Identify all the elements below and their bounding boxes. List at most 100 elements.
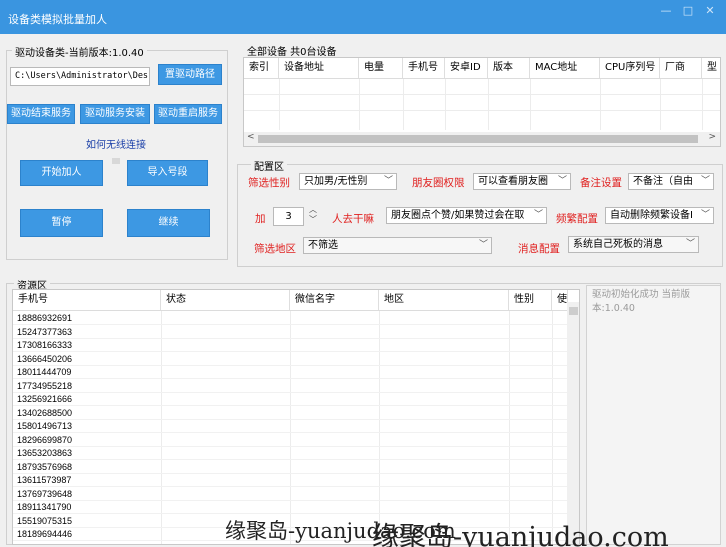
horizontal-scrollbar[interactable]: < >: [244, 132, 720, 146]
add-count-label: 加: [255, 213, 266, 225]
set-driver-path-button[interactable]: 置驱动路径: [158, 64, 222, 85]
scrollbar-thumb[interactable]: [258, 135, 698, 143]
gender-select[interactable]: 只加男/无性别 ﹀: [299, 173, 397, 190]
wireless-connect-link[interactable]: 如何无线连接: [86, 136, 146, 151]
table-row[interactable]: 13769739648: [13, 488, 567, 501]
scrollbar-thumb[interactable]: [569, 307, 578, 315]
resources-col-header[interactable]: 状态: [161, 290, 290, 310]
moments-label: 朋友圈权限: [412, 177, 465, 189]
add-count-stepper[interactable]: ︿ ﹀: [309, 205, 317, 225]
devices-table[interactable]: 索引 设备地址 电量 手机号 安卓ID 版本 MAC地址 CPU序列号 厂商 型…: [243, 57, 721, 147]
phone-cell: 18793576968: [17, 461, 73, 472]
table-row[interactable]: 13666450206: [13, 353, 567, 366]
end-service-button[interactable]: 驱动结束服务: [7, 104, 75, 124]
table-row[interactable]: 18911341790: [13, 501, 567, 514]
pause-button[interactable]: 暂停: [20, 209, 103, 237]
import-number-button[interactable]: 导入号段: [127, 160, 208, 186]
phone-cell: 15247377363: [17, 326, 73, 337]
table-row[interactable]: 13402688500: [13, 407, 567, 420]
phone-cell: 18886932691: [17, 313, 73, 323]
region-select[interactable]: 不筛选 ﹀: [303, 237, 492, 254]
table-row[interactable]: 13611573987: [13, 474, 567, 487]
remark-select[interactable]: 不备注（自由 ﹀: [628, 173, 714, 190]
remark-select-value: 不备注（自由: [633, 176, 693, 187]
phone-cell: 18189694446: [17, 529, 73, 539]
minimize-button[interactable]: —: [656, 3, 676, 19]
phone-cell: 13402688500: [17, 407, 73, 418]
moments-select[interactable]: 可以查看朋友圈 ﹀: [473, 173, 571, 190]
continue-button[interactable]: 继续: [127, 209, 210, 237]
driver-group-label: 驱动设备类-当前版本:1.0.40: [12, 44, 147, 59]
message-label: 消息配置: [518, 243, 560, 255]
frequent-select-value: 自动删除频繁设备I: [610, 210, 693, 221]
vertical-scrollbar[interactable]: [567, 302, 579, 544]
resources-col-header[interactable]: 微信名字: [290, 290, 379, 310]
resources-table[interactable]: 手机号 状态 微信名字 地区 性别 使 18886932691 152473773…: [12, 289, 580, 545]
config-group-label: 配置区: [251, 158, 287, 173]
disturb-label: 人去干嘛: [332, 213, 374, 225]
devices-col-header[interactable]: 设备地址: [279, 58, 359, 78]
close-button[interactable]: ✕: [700, 3, 720, 19]
install-service-button[interactable]: 驱动服务安装: [80, 104, 150, 124]
devices-col-header[interactable]: 手机号: [403, 58, 445, 78]
devices-group-label: 全部设备 共0台设备: [247, 47, 337, 58]
phone-cell: 13769739648: [17, 488, 73, 499]
phone-cell: 17734955218: [17, 380, 73, 391]
driver-path-input[interactable]: C:\Users\Administrator\Des: [10, 67, 150, 86]
table-row[interactable]: 18011444709: [13, 366, 567, 379]
splitter-handle: [112, 158, 120, 164]
message-select[interactable]: 系统自己死板的消息 ﹀: [568, 236, 699, 253]
moments-select-value: 可以查看朋友圈: [478, 176, 548, 187]
devices-col-header[interactable]: 型: [702, 58, 720, 78]
maximize-button[interactable]: □: [678, 3, 698, 19]
add-count-input[interactable]: 3: [273, 207, 304, 226]
chevron-down-icon: ﹀: [557, 176, 567, 186]
frequent-select[interactable]: 自动删除频繁设备I ﹀: [605, 207, 714, 224]
table-row[interactable]: 13653203863: [13, 447, 567, 460]
phone-cell: 18011444709: [17, 367, 72, 377]
devices-col-header[interactable]: 厂商: [660, 58, 702, 78]
scroll-left-icon[interactable]: <: [247, 132, 255, 142]
devices-col-header[interactable]: 电量: [359, 58, 403, 78]
chevron-down-icon: ﹀: [478, 240, 488, 250]
table-row[interactable]: 17308166333: [13, 339, 567, 352]
devices-col-header[interactable]: MAC地址: [530, 58, 600, 78]
log-panel: 驱动初始化成功 当前版本:1.0.40: [586, 285, 721, 545]
table-row[interactable]: 15801496713: [13, 420, 567, 433]
chevron-down-icon: ﹀: [700, 176, 710, 186]
region-select-value: 不筛选: [308, 240, 338, 251]
resources-col-header[interactable]: 性别: [509, 290, 552, 310]
restart-service-button[interactable]: 驱动重启服务: [154, 104, 222, 124]
phone-cell: 13256921666: [17, 394, 73, 404]
resources-col-header[interactable]: 手机号: [13, 290, 161, 310]
disturb-select[interactable]: 朋友圈点个赞/如果赞过会在取 ﹀: [386, 207, 547, 224]
phone-cell: 15801496713: [17, 421, 73, 431]
chevron-down-icon: ﹀: [383, 176, 393, 186]
gender-label: 筛选性别: [248, 177, 290, 189]
chevron-down-icon: ﹀: [533, 210, 543, 220]
phone-cell: 18911341790: [17, 502, 72, 512]
table-row[interactable]: 15247377363: [13, 326, 567, 339]
chevron-down-icon: ﹀: [700, 210, 710, 220]
remark-label: 备注设置: [580, 177, 622, 189]
phone-cell: 15519075315: [17, 515, 73, 526]
devices-col-header[interactable]: 版本: [488, 58, 530, 78]
scroll-right-icon[interactable]: >: [708, 132, 716, 142]
devices-col-header[interactable]: 索引: [244, 58, 279, 78]
table-row[interactable]: 13256921666: [13, 393, 567, 406]
phone-cell: 13666450206: [17, 353, 73, 364]
table-row[interactable]: 18793576968: [13, 461, 567, 474]
devices-col-header[interactable]: 安卓ID: [445, 58, 488, 78]
watermark-text: 缘聚岛-yuanjudao.com: [372, 522, 669, 547]
resources-col-header[interactable]: 使: [552, 290, 568, 310]
table-row[interactable]: 17734955218: [13, 380, 567, 393]
phone-cell: 17308166333: [17, 340, 73, 350]
table-row[interactable]: 18886932691: [13, 312, 567, 325]
chevron-down-icon: ﹀: [685, 239, 695, 249]
start-add-button[interactable]: 开始加人: [20, 160, 103, 186]
devices-col-header[interactable]: CPU序列号: [600, 58, 660, 78]
resources-col-header[interactable]: 地区: [379, 290, 509, 310]
frequent-label: 频繁配置: [556, 213, 598, 225]
disturb-select-value: 朋友圈点个赞/如果赞过会在取: [391, 210, 525, 221]
table-row[interactable]: 18296699870: [13, 434, 567, 447]
